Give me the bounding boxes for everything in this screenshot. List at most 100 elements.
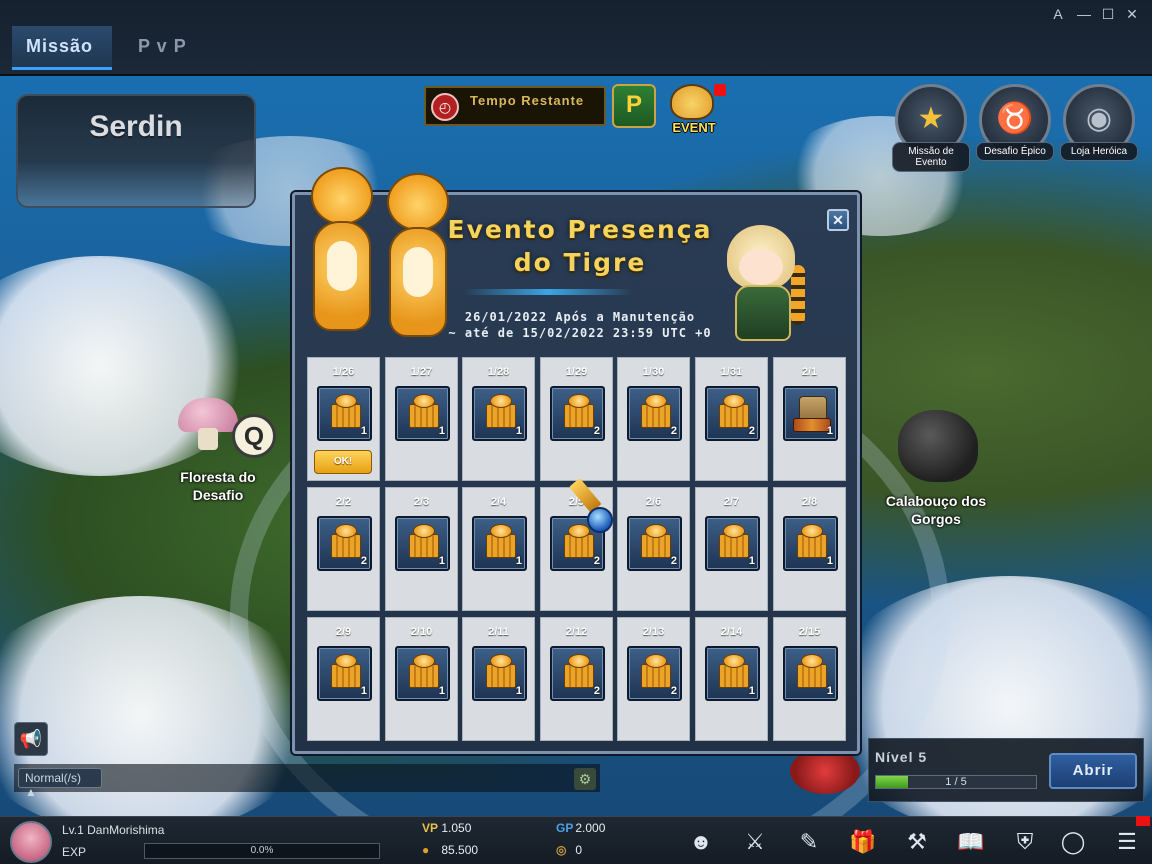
book-icon[interactable]: 📖 — [954, 825, 988, 859]
window-close-button[interactable]: ✕ — [1122, 4, 1142, 24]
item-quantity: 2 — [670, 685, 677, 697]
minimize-button[interactable]: — — [1074, 4, 1094, 24]
tiger-box-icon[interactable]: 2 — [550, 386, 605, 441]
chat-bar[interactable]: Normal(/s) ▲ ⚙ — [14, 764, 600, 799]
tab-missao[interactable]: Missão — [12, 26, 112, 70]
dungeon-label[interactable]: Calabouço dos Gorgos — [880, 492, 992, 528]
exp-bar: 0.0% — [144, 843, 380, 859]
day-cell[interactable]: 1/28 1 — [462, 357, 535, 481]
day-cell[interactable]: 2/13 2 — [617, 617, 690, 741]
tiger-head-lid — [335, 654, 357, 668]
day-cell[interactable]: 1/29 2 — [540, 357, 613, 481]
tiger-box-icon[interactable]: 1 — [472, 386, 527, 441]
tiger-head-lid — [801, 524, 823, 538]
gold-value: 85.500 — [441, 843, 479, 857]
day-cell[interactable]: 2/11 1 — [462, 617, 535, 741]
day-cell[interactable]: 2/7 1 — [695, 487, 768, 611]
item-quantity: 1 — [515, 555, 522, 567]
tiger-head-lid — [723, 654, 745, 668]
epic-challenge-button[interactable]: ♉ Desafio Épico — [976, 84, 1054, 166]
event-button[interactable]: EVENT — [660, 82, 728, 142]
day-cell[interactable]: 1/30 2 — [617, 357, 690, 481]
tiger-box-icon[interactable]: 2 — [627, 386, 682, 441]
day-cell[interactable]: 2/14 1 — [695, 617, 768, 741]
tiger-box-icon[interactable]: 1 — [317, 646, 372, 701]
quest-badge-icon[interactable]: Q — [232, 414, 276, 458]
maximize-button[interactable]: ☐ — [1098, 4, 1118, 24]
chat-mode-select[interactable]: Normal(/s) ▲ — [18, 768, 102, 799]
day-cell[interactable]: 2/3 1 — [385, 487, 458, 611]
tiger-box-icon[interactable]: 1 — [705, 646, 760, 701]
time-remaining-panel[interactable]: ◴ Tempo Restante — [424, 86, 606, 126]
day-cell[interactable]: 2/9 1 — [307, 617, 380, 741]
tiger-box-icon[interactable]: 2 — [627, 646, 682, 701]
anvil-icon[interactable]: ⚒ — [900, 825, 934, 859]
avatar[interactable] — [10, 821, 52, 863]
tiger-box-icon[interactable]: 1 — [783, 646, 838, 701]
girl-face — [739, 249, 783, 285]
dungeon-node-icon[interactable] — [898, 410, 978, 482]
heroic-shop-button[interactable]: ◉ Loja Heróica — [1060, 84, 1138, 166]
tiger-head-lid — [490, 394, 512, 408]
item-quantity: 2 — [593, 555, 600, 567]
gold-icon: ● — [422, 843, 430, 857]
tab-pvp[interactable]: P v P — [124, 26, 204, 70]
day-cell[interactable]: 1/31 2 — [695, 357, 768, 481]
forest-node-icon[interactable] — [178, 398, 238, 454]
day-cell[interactable]: 2/12 2 — [540, 617, 613, 741]
tiger-box-icon[interactable]: 1 — [395, 386, 450, 441]
tiger-box-icon[interactable]: 1 — [783, 516, 838, 571]
tiger-box-icon[interactable]: 2 — [705, 386, 760, 441]
day-cell[interactable]: 2/6 2 — [617, 487, 690, 611]
ring-icon[interactable]: ◯ — [1056, 825, 1090, 859]
day-cell[interactable]: 2/2 2 — [307, 487, 380, 611]
day-cell[interactable]: 1/27 1 — [385, 357, 458, 481]
forest-label[interactable]: Floresta do Desafio — [168, 468, 268, 504]
location-name: Serdin — [89, 110, 183, 143]
tiger-box-icon[interactable]: 1 — [472, 646, 527, 701]
tiger-box-icon[interactable]: 2 — [627, 516, 682, 571]
open-button[interactable]: Abrir — [1049, 753, 1137, 789]
location-card[interactable]: Serdin — [16, 94, 256, 208]
day-cell[interactable]: 1/26 1 OK! — [307, 357, 380, 481]
gold-display: ● 85.500 — [422, 843, 478, 857]
megaphone-icon[interactable]: 📢 — [14, 722, 48, 756]
coin-icon: ◎ — [556, 843, 567, 857]
swords-icon[interactable]: ⚔ — [738, 825, 772, 859]
item-quantity: 1 — [515, 685, 522, 697]
tiger-head — [311, 167, 373, 225]
girl-tail — [791, 265, 805, 325]
tiger-box-icon[interactable]: 1 — [395, 646, 450, 701]
day-cell[interactable]: 2/10 1 — [385, 617, 458, 741]
chest-base — [793, 418, 831, 432]
title-swoosh — [463, 289, 633, 295]
gift-icon[interactable]: 🎁 — [846, 825, 880, 859]
day-cell[interactable]: 2/8 1 — [773, 487, 846, 611]
menu-icon[interactable]: ☰ — [1110, 825, 1144, 859]
event-mission-label: Missão de Evento — [892, 142, 970, 172]
event-label: EVENT — [672, 120, 716, 135]
day-date: 1/28 — [487, 366, 510, 378]
guild-icon[interactable]: ⛨ — [1008, 825, 1042, 859]
font-size-button[interactable]: A — [1048, 4, 1068, 24]
event-mission-button[interactable]: ★ Missão de Evento — [892, 84, 970, 172]
tiger-box-icon[interactable]: 2 — [317, 516, 372, 571]
character-icon[interactable]: ☻ — [684, 825, 718, 859]
day-cell[interactable]: 2/4 1 — [462, 487, 535, 611]
special-chest-icon[interactable]: 1 — [783, 386, 838, 441]
p-button[interactable]: P — [612, 84, 656, 128]
close-icon[interactable]: ✕ — [827, 209, 849, 231]
ok-button[interactable]: OK! — [314, 450, 372, 474]
level-panel: Nível 5 1 / 5 Abrir — [868, 738, 1144, 802]
item-quantity: 1 — [826, 425, 833, 437]
tiger-box-icon[interactable]: 1 — [472, 516, 527, 571]
tiger-box-icon[interactable]: 1 — [317, 386, 372, 441]
day-cell[interactable]: 2/1 1 — [773, 357, 846, 481]
quest-icon[interactable]: ✎ — [792, 825, 826, 859]
tiger-box-icon[interactable]: 1 — [705, 516, 760, 571]
tiger-box-icon[interactable]: 2 — [550, 646, 605, 701]
gear-icon[interactable]: ⚙ — [574, 768, 596, 790]
attendance-grid: 1/26 1 OK! 1/27 1 1/28 1 1/29 2 1/30 2 1/31 2 2/1 1 2/2… — [307, 357, 847, 743]
tiger-box-icon[interactable]: 1 — [395, 516, 450, 571]
day-cell[interactable]: 2/15 1 — [773, 617, 846, 741]
